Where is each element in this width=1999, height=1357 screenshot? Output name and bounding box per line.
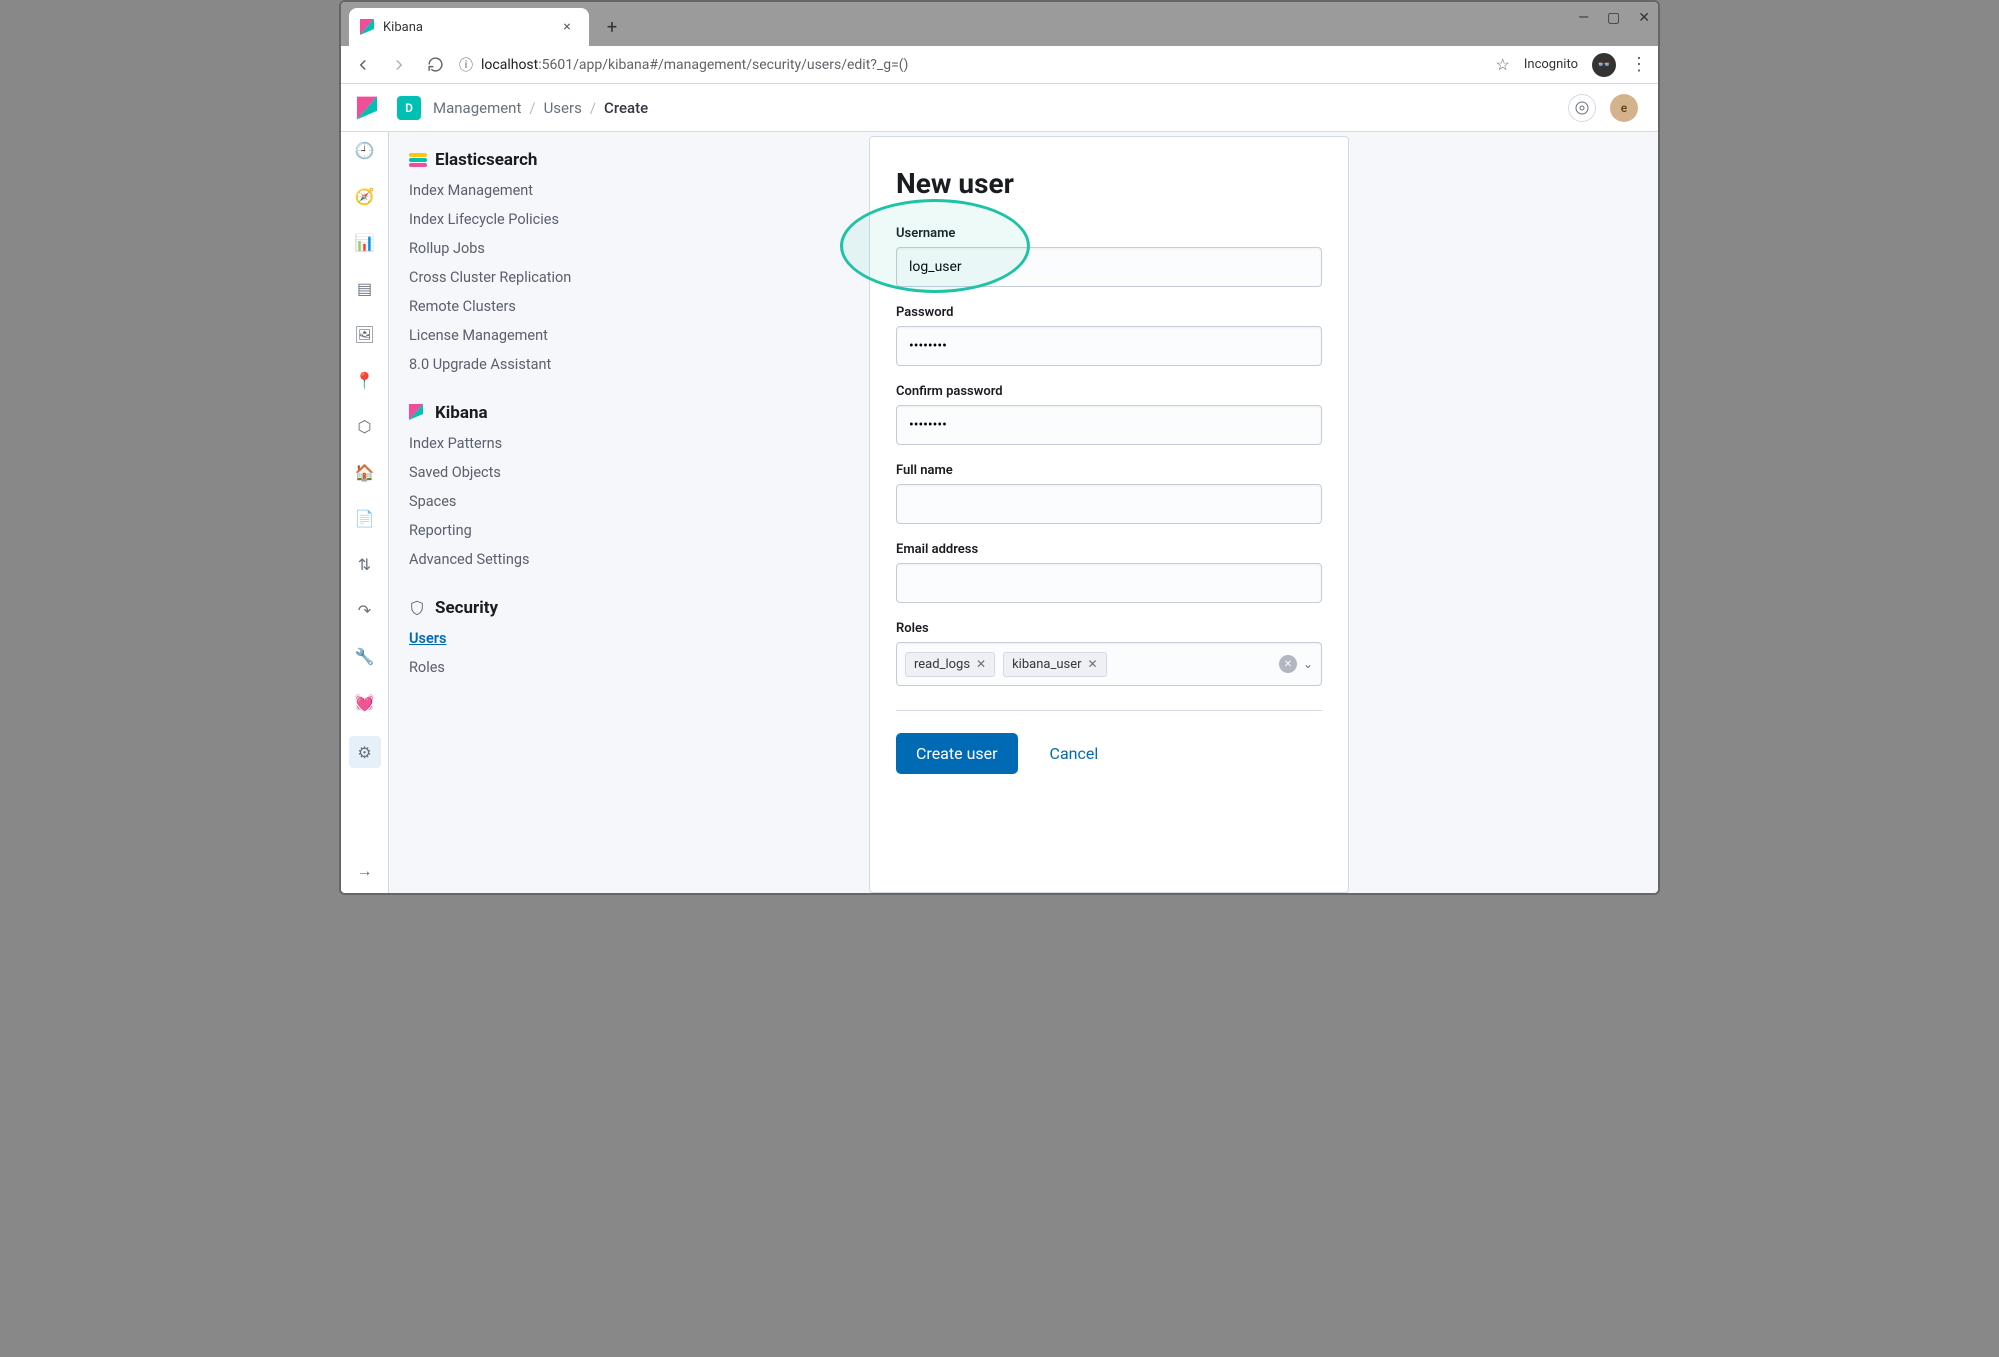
address-bar: ⓘ localhost:5601/app/kibana#/management/…	[341, 46, 1658, 84]
avatar[interactable]: e	[1610, 94, 1638, 122]
kibana-icon	[359, 19, 375, 35]
breadcrumb-sep: /	[590, 99, 596, 117]
email-input[interactable]	[896, 563, 1322, 603]
management-nav: Elasticsearch Index Management Index Lif…	[389, 132, 669, 893]
minimize-icon[interactable]: —	[1578, 10, 1589, 26]
nav-upgrade-assistant[interactable]: 8.0 Upgrade Assistant	[409, 354, 653, 375]
nav-reporting[interactable]: Reporting	[409, 520, 653, 541]
help-icon[interactable]	[1568, 94, 1596, 122]
breadcrumb-create: Create	[604, 99, 648, 117]
management-icon[interactable]: ⚙	[349, 736, 381, 768]
username-label: Username	[896, 226, 1322, 241]
username-input[interactable]	[896, 247, 1322, 287]
elasticsearch-icon	[409, 151, 427, 169]
nav-spaces[interactable]: Spaces	[409, 491, 653, 512]
infrastructure-icon[interactable]: 🏠	[353, 460, 377, 484]
browser-tab-bar: Kibana × + — ▢ ✕	[341, 2, 1658, 46]
logs-icon[interactable]: 📄	[353, 506, 377, 530]
canvas-icon[interactable]: 🖼	[353, 322, 377, 346]
browser-tab[interactable]: Kibana ×	[349, 8, 589, 46]
back-button[interactable]	[351, 53, 375, 77]
monitoring-icon[interactable]: 💓	[353, 690, 377, 714]
clear-roles-icon[interactable]: ✕	[1279, 655, 1297, 673]
close-icon[interactable]: ×	[559, 19, 575, 35]
nav-license[interactable]: License Management	[409, 325, 653, 346]
roles-label: Roles	[896, 621, 1322, 636]
nav-index-lifecycle[interactable]: Index Lifecycle Policies	[409, 209, 653, 230]
visualize-icon[interactable]: 📊	[353, 230, 377, 254]
side-rail: 🕘 🧭 📊 ▤ 🖼 📍 ⬡ 🏠 📄 ⇅ ↷ 🔧 💓 ⚙ →	[341, 132, 389, 893]
nav-ccr[interactable]: Cross Cluster Replication	[409, 267, 653, 288]
breadcrumb: Management / Users / Create	[433, 99, 648, 117]
discover-icon[interactable]: 🧭	[353, 184, 377, 208]
url-host: localhost	[481, 57, 538, 73]
nav-rollup-jobs[interactable]: Rollup Jobs	[409, 238, 653, 259]
site-info-icon[interactable]: ⓘ	[459, 55, 473, 75]
reload-button[interactable]	[423, 53, 447, 77]
kibana-header: D Management / Users / Create e	[341, 84, 1658, 132]
kibana-logo-icon[interactable]	[349, 96, 385, 120]
email-label: Email address	[896, 542, 1322, 557]
ml-icon[interactable]: ⬡	[353, 414, 377, 438]
space-selector[interactable]: D	[397, 96, 421, 120]
cancel-button[interactable]: Cancel	[1050, 744, 1099, 763]
remove-role-icon[interactable]: ✕	[1088, 657, 1098, 671]
nav-index-management[interactable]: Index Management	[409, 180, 653, 201]
breadcrumb-management[interactable]: Management	[433, 99, 521, 117]
nav-users[interactable]: Users	[409, 628, 653, 649]
fullname-input[interactable]	[896, 484, 1322, 524]
forward-button[interactable]	[387, 53, 411, 77]
tab-title: Kibana	[383, 20, 551, 35]
confirm-password-input[interactable]	[896, 405, 1322, 445]
bookmark-icon[interactable]: ☆	[1496, 55, 1510, 74]
url-field[interactable]: ⓘ localhost:5601/app/kibana#/management/…	[459, 55, 1484, 75]
new-tab-button[interactable]: +	[597, 12, 627, 42]
shield-icon	[409, 599, 427, 617]
nav-remote-clusters[interactable]: Remote Clusters	[409, 296, 653, 317]
devtools-icon[interactable]: 🔧	[353, 644, 377, 668]
section-title-kibana: Kibana	[435, 403, 488, 423]
divider	[896, 710, 1322, 711]
password-input[interactable]	[896, 326, 1322, 366]
section-title-security: Security	[435, 598, 498, 618]
nav-roles[interactable]: Roles	[409, 657, 653, 678]
expand-rail-icon[interactable]: →	[353, 859, 377, 883]
role-pill-read-logs: read_logs ✕	[905, 652, 995, 677]
maximize-icon[interactable]: ▢	[1607, 10, 1620, 26]
kibana-section-icon	[409, 404, 427, 422]
maps-icon[interactable]: 📍	[353, 368, 377, 392]
fullname-label: Full name	[896, 463, 1322, 478]
nav-index-patterns[interactable]: Index Patterns	[409, 433, 653, 454]
incognito-icon[interactable]: 👓	[1592, 53, 1616, 77]
uptime-icon[interactable]: ↷	[353, 598, 377, 622]
chevron-down-icon[interactable]: ⌄	[1303, 657, 1313, 671]
nav-saved-objects[interactable]: Saved Objects	[409, 462, 653, 483]
recent-icon[interactable]: 🕘	[353, 138, 377, 162]
url-path: :5601/app/kibana#/management/security/us…	[538, 57, 908, 73]
page-title: New user	[896, 167, 1322, 200]
apm-icon[interactable]: ⇅	[353, 552, 377, 576]
new-user-panel: New user Username Password Confirm passw…	[869, 136, 1349, 893]
password-label: Password	[896, 305, 1322, 320]
browser-menu-icon[interactable]: ⋮	[1630, 54, 1648, 75]
create-user-button[interactable]: Create user	[896, 733, 1018, 774]
nav-advanced-settings[interactable]: Advanced Settings	[409, 549, 653, 570]
section-title-elasticsearch: Elasticsearch	[435, 150, 537, 170]
window-controls: — ▢ ✕	[1578, 10, 1650, 26]
breadcrumb-users[interactable]: Users	[544, 99, 582, 117]
dashboard-icon[interactable]: ▤	[353, 276, 377, 300]
close-window-icon[interactable]: ✕	[1638, 10, 1650, 26]
roles-combobox[interactable]: read_logs ✕ kibana_user ✕ ✕ ⌄	[896, 642, 1322, 686]
confirm-password-label: Confirm password	[896, 384, 1322, 399]
incognito-label: Incognito	[1524, 57, 1578, 72]
role-pill-kibana-user: kibana_user ✕	[1003, 652, 1106, 677]
role-pill-label: read_logs	[914, 657, 970, 672]
breadcrumb-sep: /	[529, 99, 535, 117]
role-pill-label: kibana_user	[1012, 657, 1081, 672]
remove-role-icon[interactable]: ✕	[976, 657, 986, 671]
